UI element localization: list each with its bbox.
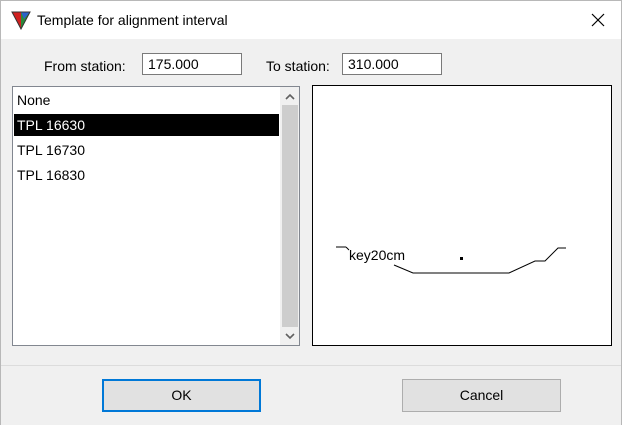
template-preview: key20cm: [312, 85, 612, 346]
dialog-window: Template for alignment interval From sta…: [0, 0, 622, 425]
list-item-tpl-16730[interactable]: TPL 16730: [14, 139, 279, 161]
list-scrollbar[interactable]: [280, 87, 299, 345]
template-list[interactable]: None TPL 16630 TPL 16730 TPL 16830: [12, 86, 300, 346]
ok-button[interactable]: OK: [102, 379, 261, 412]
centerline-marker: [460, 257, 463, 260]
template-list-items: None TPL 16630 TPL 16730 TPL 16830: [14, 89, 279, 189]
scroll-down-button[interactable]: [280, 328, 299, 345]
cancel-button[interactable]: Cancel: [402, 379, 561, 412]
chevron-up-icon: [284, 93, 295, 100]
close-icon: [591, 13, 605, 27]
from-station-input[interactable]: [142, 53, 242, 75]
to-station-label: To station:: [266, 58, 330, 74]
button-bar: OK Cancel: [1, 365, 621, 425]
cross-section-drawing: key20cm: [336, 246, 566, 274]
template-app-icon: [11, 11, 31, 30]
from-station-label: From station:: [44, 58, 126, 74]
window-title: Template for alignment interval: [37, 12, 228, 28]
chevron-down-icon: [284, 333, 295, 340]
to-station-input[interactable]: [342, 53, 442, 75]
profile-line: [393, 247, 566, 274]
scroll-up-button[interactable]: [280, 88, 299, 105]
title-bar: Template for alignment interval: [1, 1, 621, 39]
preview-label: key20cm: [349, 247, 405, 263]
close-button[interactable]: [575, 1, 621, 39]
list-item-tpl-16830[interactable]: TPL 16830: [14, 164, 279, 186]
list-item-none[interactable]: None: [14, 89, 279, 111]
scrollbar-thumb[interactable]: [282, 105, 298, 327]
list-item-tpl-16630[interactable]: TPL 16630: [14, 114, 279, 136]
